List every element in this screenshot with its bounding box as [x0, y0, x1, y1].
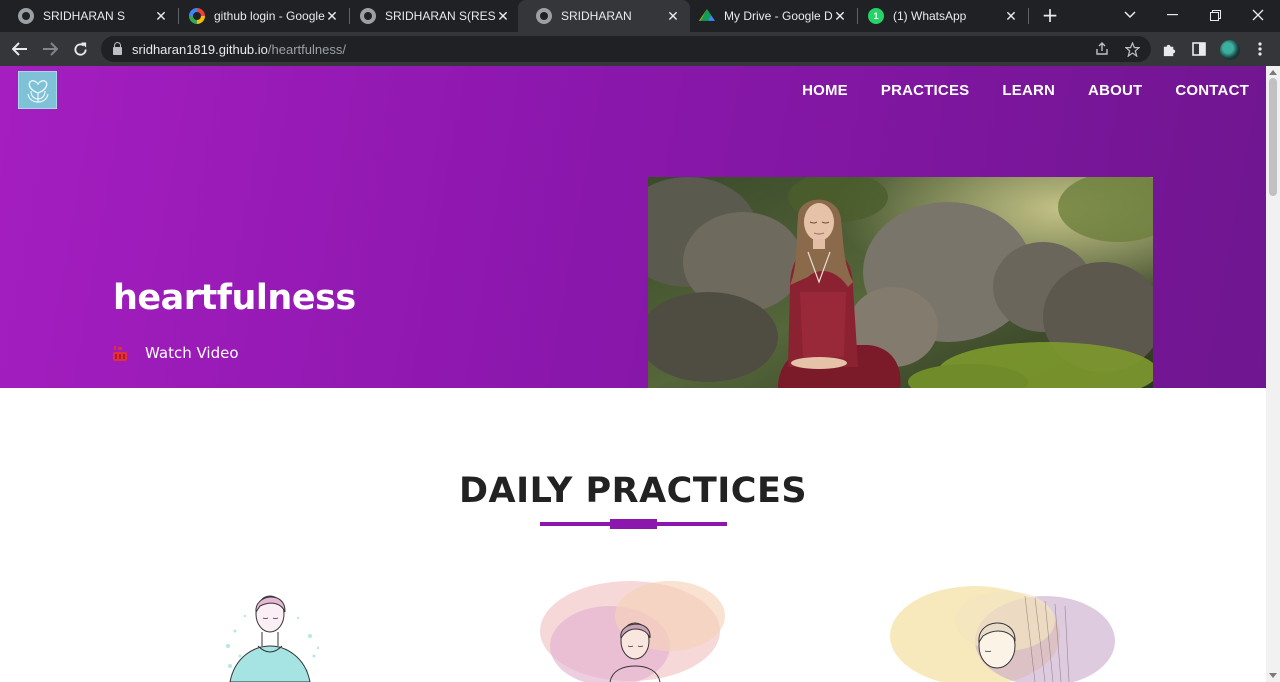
back-button[interactable]: [7, 36, 33, 62]
reload-icon: [73, 41, 87, 56]
restore-button[interactable]: [1195, 0, 1235, 30]
nav-about[interactable]: ABOUT: [1088, 82, 1142, 99]
hero-section: HOME PRACTICES LEARN ABOUT CONTACT heart…: [0, 66, 1266, 388]
new-tab-button[interactable]: +: [1040, 5, 1060, 25]
watch-video-link[interactable]: Watch Video: [113, 344, 239, 362]
nav-contact[interactable]: CONTACT: [1175, 82, 1249, 99]
address-bar[interactable]: sridharan1819.github.io/heartfulness/: [101, 36, 1151, 62]
globe-icon: [536, 8, 552, 24]
tab-title: (1) WhatsApp: [893, 9, 967, 23]
close-window-button[interactable]: [1238, 0, 1278, 30]
url-host: sridharan1819.github.io: [132, 41, 268, 57]
practice-illustration-cleaning[interactable]: [885, 576, 1120, 682]
tab-separator: [1028, 8, 1029, 24]
globe-icon: [18, 8, 34, 24]
close-icon[interactable]: ✕: [154, 8, 168, 24]
nav-learn[interactable]: LEARN: [1002, 82, 1055, 99]
profile-avatar[interactable]: [1220, 40, 1240, 60]
close-icon: [1252, 9, 1264, 21]
url-path: /heartfulness/: [267, 41, 346, 57]
nav-practices[interactable]: PRACTICES: [881, 82, 969, 99]
browser-toolbar: sridharan1819.github.io/heartfulness/: [0, 32, 1280, 66]
side-panel-icon[interactable]: [1189, 39, 1209, 59]
browser-tab[interactable]: My Drive - Google Dr ✕: [681, 0, 857, 32]
forward-button[interactable]: [37, 36, 63, 62]
extensions-puzzle-icon[interactable]: [1159, 39, 1179, 59]
more-menu-icon[interactable]: [1250, 39, 1270, 59]
arrow-left-icon: [12, 42, 27, 56]
tab-title: My Drive - Google Dr: [724, 9, 833, 23]
hero-title: heartfulness: [113, 278, 356, 318]
scroll-down-arrow[interactable]: [1269, 673, 1277, 678]
lock-icon: [113, 41, 122, 55]
tab-title: SRIDHARAN: [561, 9, 632, 23]
close-icon[interactable]: ✕: [666, 8, 680, 24]
bookmark-star-icon[interactable]: [1123, 40, 1141, 58]
minimize-icon: [1166, 14, 1178, 16]
chevron-down-icon: [1124, 11, 1136, 19]
browser-tab-strip: SRIDHARAN S ✕ github login - Google ✕ SR…: [0, 0, 1280, 32]
title-underline-accent: [610, 519, 657, 529]
browser-tab[interactable]: SRIDHARAN S ✕: [0, 0, 178, 32]
arrow-right-icon: [43, 42, 58, 56]
close-icon[interactable]: ✕: [1004, 8, 1018, 24]
section-title: DAILY PRACTICES: [458, 471, 808, 511]
tab-search-button[interactable]: [1110, 0, 1150, 30]
meditation-photo: [648, 177, 1153, 388]
globe-icon: [360, 8, 376, 24]
close-icon[interactable]: ✕: [325, 8, 339, 24]
minimize-button[interactable]: [1152, 0, 1192, 30]
close-icon[interactable]: ✕: [833, 8, 847, 24]
site-logo[interactable]: [18, 71, 57, 109]
reload-button[interactable]: [67, 36, 93, 62]
google-icon: [189, 8, 205, 24]
tab-title: SRIDHARAN S(RESUM: [385, 9, 496, 23]
main-nav: HOME PRACTICES LEARN ABOUT CONTACT: [802, 82, 1249, 99]
tab-title: SRIDHARAN S: [43, 9, 126, 23]
page-viewport: HOME PRACTICES LEARN ABOUT CONTACT heart…: [0, 66, 1266, 682]
tab-title: github login - Google: [214, 9, 325, 23]
browser-tab[interactable]: github login - Google ✕: [171, 0, 349, 32]
scroll-up-arrow[interactable]: [1269, 70, 1277, 75]
practice-illustration-relaxation[interactable]: [210, 576, 330, 682]
whatsapp-icon: 1: [868, 8, 884, 24]
page-scrollbar[interactable]: [1266, 66, 1280, 682]
browser-tab[interactable]: 1 (1) WhatsApp ✕: [850, 0, 1028, 32]
practice-illustration-meditation[interactable]: [540, 576, 740, 682]
google-drive-icon: [699, 9, 715, 21]
share-icon[interactable]: [1093, 40, 1111, 58]
heartfulness-logo-icon: [26, 80, 49, 103]
restore-icon: [1209, 9, 1221, 21]
browser-tab-active[interactable]: SRIDHARAN ✕: [518, 0, 690, 32]
close-icon[interactable]: ✕: [496, 8, 510, 24]
browser-tab[interactable]: SRIDHARAN S(RESUM ✕: [342, 0, 520, 32]
youtube-icon: [113, 346, 127, 361]
nav-home[interactable]: HOME: [802, 82, 848, 99]
scroll-thumb[interactable]: [1269, 78, 1277, 196]
watch-video-label: Watch Video: [145, 344, 239, 362]
